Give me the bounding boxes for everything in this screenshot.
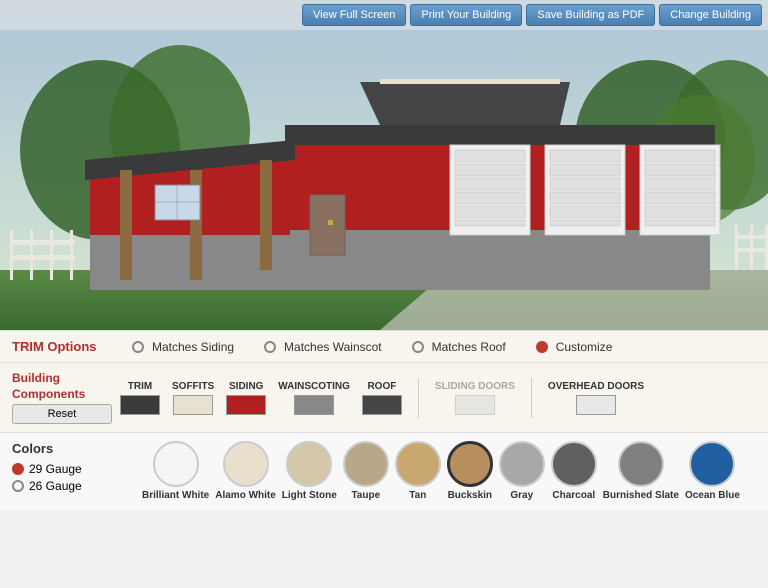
wainscoting-swatch[interactable] <box>294 395 334 415</box>
overhead-doors-label: OVERHEAD DOORS <box>548 381 644 392</box>
color-label-4: Tan <box>409 490 426 502</box>
gauge-26-label: 26 Gauge <box>29 479 82 493</box>
color-swatch-0[interactable] <box>153 441 199 487</box>
component-siding[interactable]: SIDING <box>226 381 266 415</box>
component-overhead-doors[interactable]: OVERHEAD DOORS <box>548 381 644 415</box>
color-option-burnished-slate[interactable]: Burnished Slate <box>603 441 679 502</box>
color-swatch-7[interactable] <box>551 441 597 487</box>
trim-matches-roof[interactable]: Matches Roof <box>412 340 506 354</box>
color-label-0: Brilliant White <box>142 490 209 502</box>
color-swatch-8[interactable] <box>618 441 664 487</box>
color-option-charcoal[interactable]: Charcoal <box>551 441 597 502</box>
component-groups: TRIM SOFFITS SIDING WAINSCOTING ROOF SLI… <box>120 378 756 418</box>
trim-swatch[interactable] <box>120 395 160 415</box>
trim-wainscot-label: Matches Wainscot <box>284 340 382 354</box>
separator <box>418 378 419 418</box>
color-swatch-4[interactable] <box>395 441 441 487</box>
component-soffits[interactable]: SOFFITS <box>172 381 214 415</box>
gauge-29-label: 29 Gauge <box>29 462 82 476</box>
components-row: Building Components Reset TRIM SOFFITS S… <box>0 363 768 433</box>
color-option-buckskin[interactable]: Buckskin <box>447 441 493 502</box>
wainscoting-label: WAINSCOTING <box>278 381 350 392</box>
siding-swatch[interactable] <box>226 395 266 415</box>
roof-swatch[interactable] <box>362 395 402 415</box>
trim-roof-label: Matches Roof <box>432 340 506 354</box>
color-swatch-6[interactable] <box>499 441 545 487</box>
colors-row: Colors 29 Gauge 26 Gauge Brilliant White… <box>0 433 768 510</box>
sliding-doors-swatch <box>455 395 495 415</box>
component-wainscoting[interactable]: WAINSCOTING <box>278 381 350 415</box>
building-image <box>0 30 768 330</box>
color-swatch-5[interactable] <box>447 441 493 487</box>
gauge-26-radio[interactable] <box>12 480 24 492</box>
gauge-26[interactable]: 26 Gauge <box>12 479 142 493</box>
color-option-brilliant-white[interactable]: Brilliant White <box>142 441 209 502</box>
separator2 <box>531 378 532 418</box>
color-label-9: Ocean Blue <box>685 490 740 502</box>
color-label-5: Buckskin <box>448 490 492 502</box>
component-roof[interactable]: ROOF <box>362 381 402 415</box>
color-label-6: Gray <box>510 490 533 502</box>
trim-customize[interactable]: Customize <box>536 340 613 354</box>
color-swatch-3[interactable] <box>343 441 389 487</box>
trim-customize-label: Customize <box>556 340 613 354</box>
color-label-1: Alamo White <box>215 490 276 502</box>
color-option-taupe[interactable]: Taupe <box>343 441 389 502</box>
colors-title: Colors <box>12 441 142 456</box>
print-building-button[interactable]: Print Your Building <box>410 4 522 26</box>
color-option-tan[interactable]: Tan <box>395 441 441 502</box>
building-components-label: Building Components <box>12 371 112 402</box>
color-label-3: Taupe <box>351 490 380 502</box>
component-trim[interactable]: TRIM <box>120 381 160 415</box>
radio-dot-roof <box>412 341 424 353</box>
soffits-label: SOFFITS <box>172 381 214 392</box>
gauge-29-radio[interactable] <box>12 463 24 475</box>
toolbar: View Full Screen Print Your Building Sav… <box>0 0 768 30</box>
radio-dot-wainscot <box>264 341 276 353</box>
trim-label: TRIM <box>128 381 152 392</box>
color-swatch-2[interactable] <box>286 441 332 487</box>
color-swatch-1[interactable] <box>223 441 269 487</box>
trim-siding-label: Matches Siding <box>152 340 234 354</box>
color-option-alamo-white[interactable]: Alamo White <box>215 441 276 502</box>
view-full-screen-button[interactable]: View Full Screen <box>302 4 406 26</box>
change-building-button[interactable]: Change Building <box>659 4 762 26</box>
siding-label: SIDING <box>229 381 263 392</box>
color-option-ocean-blue[interactable]: Ocean Blue <box>685 441 740 502</box>
reset-button[interactable]: Reset <box>12 404 112 424</box>
trim-matches-wainscot[interactable]: Matches Wainscot <box>264 340 382 354</box>
colors-sidebar: Colors 29 Gauge 26 Gauge <box>12 441 142 496</box>
trim-options-row: TRIM Options Matches Siding Matches Wain… <box>0 330 768 363</box>
color-option-gray[interactable]: Gray <box>499 441 545 502</box>
soffits-swatch[interactable] <box>173 395 213 415</box>
roof-label: ROOF <box>367 381 396 392</box>
color-label-8: Burnished Slate <box>603 490 679 502</box>
overhead-doors-swatch[interactable] <box>576 395 616 415</box>
trim-options-label: TRIM Options <box>12 339 132 354</box>
color-label-2: Light Stone <box>282 490 337 502</box>
sliding-doors-label: SLIDING DOORS <box>435 381 515 392</box>
radio-dot-siding <box>132 341 144 353</box>
radio-dot-customize <box>536 341 548 353</box>
component-sliding-doors: SLIDING DOORS <box>435 381 515 415</box>
color-option-light-stone[interactable]: Light Stone <box>282 441 337 502</box>
color-label-7: Charcoal <box>552 490 595 502</box>
trim-matches-siding[interactable]: Matches Siding <box>132 340 234 354</box>
gauge-29[interactable]: 29 Gauge <box>12 462 142 476</box>
building-components-label-wrap: Building Components Reset <box>12 371 112 424</box>
color-swatch-9[interactable] <box>689 441 735 487</box>
save-pdf-button[interactable]: Save Building as PDF <box>526 4 655 26</box>
color-swatches-grid: Brilliant White Alamo White Light Stone Tau… <box>142 441 756 502</box>
